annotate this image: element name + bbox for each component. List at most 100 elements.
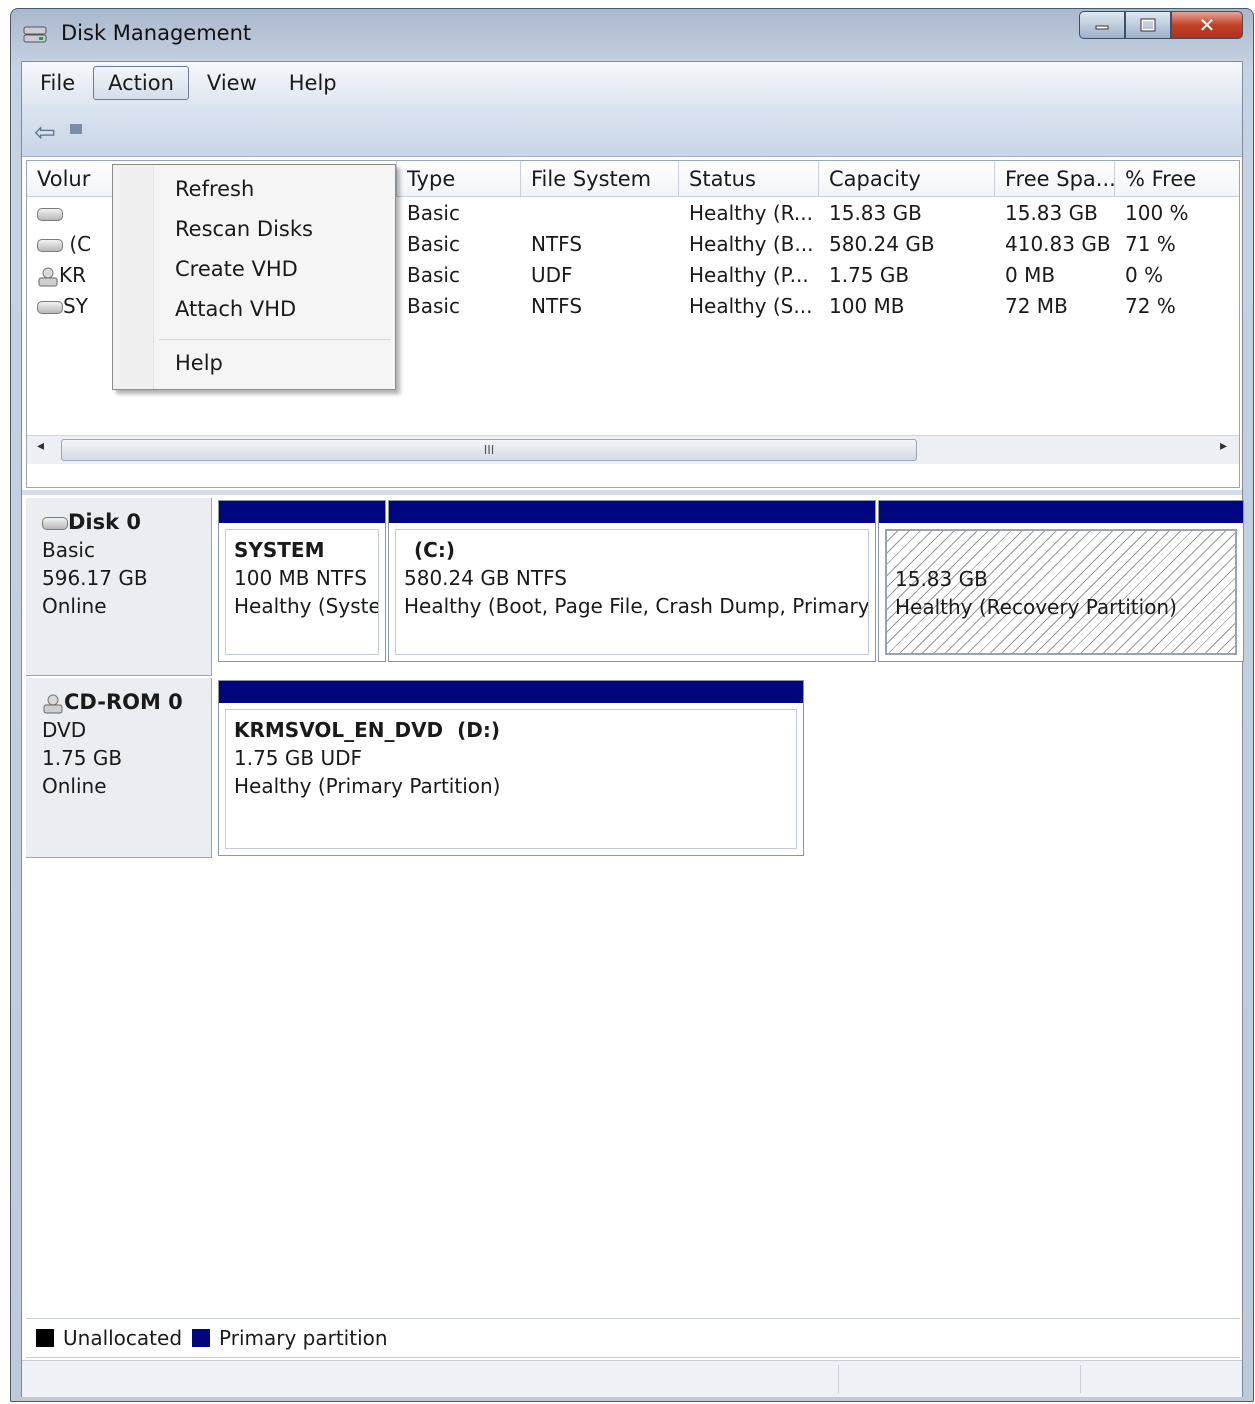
pane-splitter[interactable] [22,490,1242,495]
column-header-percent-free[interactable]: % Free [1115,161,1239,197]
column-header-free-space[interactable]: Free Spa... [995,161,1115,197]
back-arrow-icon[interactable]: ⇦ [34,118,56,148]
disk-management-icon [23,26,47,43]
horizontal-scrollbar[interactable]: ◂ III ▸ [27,435,1239,464]
maximize-icon [1140,18,1156,32]
title-bar[interactable]: Disk Management ✕ [11,9,1253,59]
free-space-cell: 410.83 GB [1005,232,1111,256]
menu-item-refresh[interactable]: Refresh [175,177,254,201]
volume-cell[interactable]: KR [27,263,86,293]
close-button[interactable]: ✕ [1171,11,1243,39]
status-cell: Healthy (R... [689,201,813,225]
percent-free-cell: 100 % [1125,201,1189,225]
menu-bar: File Action View Help [22,62,1242,104]
disk-0-type: Basic [42,538,95,562]
close-icon: ✕ [1198,13,1216,37]
cdrom-0-title: CD-ROM 0 [42,688,195,716]
cdrom-0-size: 1.75 GB [42,746,123,770]
partition-name-blank [895,537,1227,565]
type-cell: Basic [407,294,460,318]
menu-item-create-vhd[interactable]: Create VHD [175,257,298,281]
partition-name: KRMSVOL_EN_DVD (D:) [234,718,500,742]
type-cell: Basic [407,201,460,225]
partition-bar [879,501,1243,523]
partition-bar [219,501,385,523]
partition-name: (C:) [414,538,455,562]
status-bar [22,1360,1242,1397]
action-context-menu: Refresh Rescan Disks Create VHD Attach V… [112,164,396,390]
capacity-cell: 1.75 GB [829,263,910,287]
cd-drive-icon [38,267,58,286]
partition-dvd[interactable]: KRMSVOL_EN_DVD (D:) 1.75 GB UDF Healthy … [218,680,804,856]
toolbar-button-icon[interactable] [70,124,82,134]
partition-detail: 580.24 GB NTFS [404,566,567,590]
type-cell: Basic [407,232,460,256]
partition-bar [389,501,875,523]
volume-cell[interactable]: (C [27,232,91,262]
partition-c[interactable]: (C:) 580.24 GB NTFS Healthy (Boot, Page … [388,500,876,662]
partition-status: Healthy (Recovery Partition) [895,595,1177,619]
free-space-cell: 0 MB [1005,263,1056,287]
drive-icon [37,208,63,221]
volume-cell[interactable] [27,201,63,231]
status-cell: Healthy (B... [689,232,814,256]
legend-unallocated: Unallocated [63,1326,183,1350]
type-cell: Basic [407,263,460,287]
menu-view[interactable]: View [193,67,271,99]
capacity-cell: 100 MB [829,294,905,318]
fs-cell [521,201,531,231]
menu-help[interactable]: Help [275,67,351,99]
partition-body: SYSTEM 100 MB NTFS Healthy (Systei [225,529,379,655]
scroll-left-icon[interactable]: ◂ [37,438,44,454]
column-header-capacity[interactable]: Capacity [819,161,995,197]
partition-detail: 100 MB NTFS [234,566,367,590]
menu-item-help[interactable]: Help [175,351,223,375]
percent-free-cell: 71 % [1125,232,1176,256]
partition-system[interactable]: SYSTEM 100 MB NTFS Healthy (Systei [218,500,386,662]
disk-0-title: Disk 0 [42,508,195,536]
cdrom-0-state: Online [42,774,107,798]
disk-0-label[interactable]: Disk 0 Basic 596.17 GB Online [26,498,212,676]
status-separator [1080,1365,1081,1393]
legend-primary: Primary partition [219,1326,388,1350]
minimize-button[interactable] [1079,11,1125,39]
menu-separator [159,339,391,340]
toolbar: ⇦ [22,104,1242,157]
cdrom-0-label[interactable]: CD-ROM 0 DVD 1.75 GB Online [26,678,212,858]
fs-cell: NTFS [531,294,583,318]
menu-item-rescan-disks[interactable]: Rescan Disks [175,217,313,241]
partition-body: KRMSVOL_EN_DVD (D:) 1.75 GB UDF Healthy … [225,709,797,849]
partition-detail: 15.83 GB [895,567,988,591]
partition-body: 15.83 GB Healthy (Recovery Partition) [885,529,1237,655]
scroll-right-icon[interactable]: ▸ [1220,438,1227,454]
disk-0-size: 596.17 GB [42,566,148,590]
maximize-button[interactable] [1125,11,1171,39]
disk-0-state: Online [42,594,107,618]
window-controls: ✕ [1079,11,1243,39]
primary-partition-swatch [192,1329,211,1347]
volume-cell[interactable]: SY [27,294,88,324]
partition-name: SYSTEM [234,538,325,562]
partition-body: (C:) 580.24 GB NTFS Healthy (Boot, Page … [395,529,869,655]
partition-status: Healthy (Primary Partition) [234,774,501,798]
status-cell: Healthy (P... [689,263,809,287]
menu-item-attach-vhd[interactable]: Attach VHD [175,297,296,321]
column-header-type[interactable]: Type [397,161,521,197]
status-separator [838,1365,839,1393]
scroll-thumb[interactable]: III [61,439,917,461]
free-space-cell: 15.83 GB [1005,201,1098,225]
fs-cell: NTFS [531,232,583,256]
partition-recovery[interactable]: 15.83 GB Healthy (Recovery Partition) [878,500,1244,662]
percent-free-cell: 72 % [1125,294,1176,318]
window-title: Disk Management [61,21,252,45]
status-cell: Healthy (S... [689,294,813,318]
partition-status: Healthy (Boot, Page File, Crash Dump, Pr… [404,594,869,618]
disk-management-window: Disk Management ✕ File Action View Help … [10,8,1254,1402]
column-header-file-system[interactable]: File System [521,161,679,197]
drive-icon [37,239,63,252]
drive-icon [37,301,63,314]
menu-action[interactable]: Action [93,66,189,100]
column-header-status[interactable]: Status [679,161,819,197]
partition-detail: 1.75 GB UDF [234,746,363,770]
menu-file[interactable]: File [26,67,89,99]
